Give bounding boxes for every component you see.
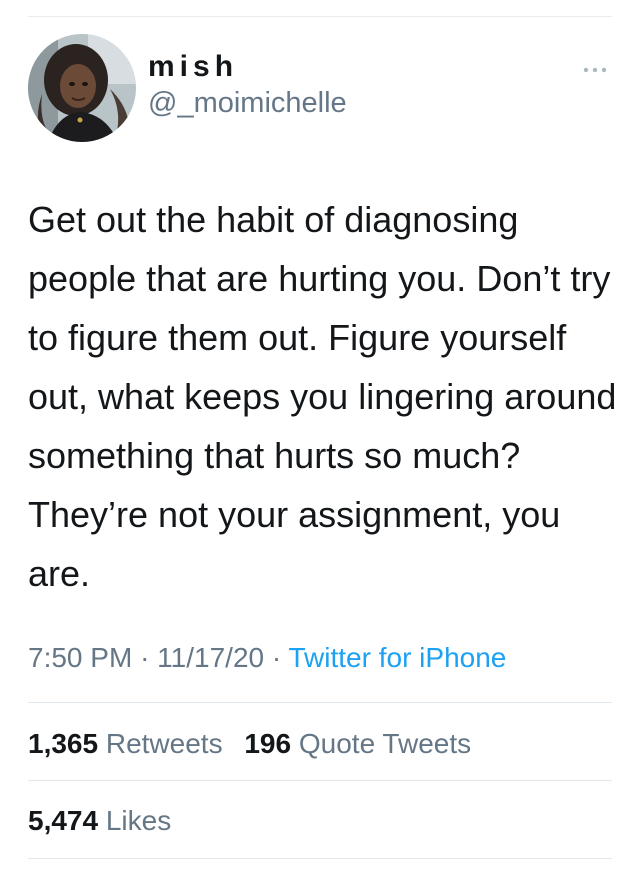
quote-tweets-count: 196: [244, 728, 292, 759]
stats-row-likes: 5,474 Likes: [28, 803, 185, 839]
retweets-count: 1,365: [28, 728, 99, 759]
retweets-stat[interactable]: 1,365 Retweets: [28, 728, 223, 759]
more-horizontal-icon[interactable]: [582, 62, 608, 73]
meta-separator: ·: [140, 642, 150, 673]
tweet-text: Get out the habit of diagnosing people t…: [28, 199, 617, 594]
tweet-time[interactable]: 7:50 PM: [28, 642, 132, 673]
likes-label: Likes: [105, 805, 172, 836]
tweet-source-link[interactable]: Twitter for iPhone: [288, 642, 506, 673]
quote-tweets-label: Quote Tweets: [298, 728, 472, 759]
stats-row-shares: 1,365 Retweets 196 Quote Tweets: [28, 726, 485, 762]
display-name[interactable]: mish: [148, 50, 347, 84]
user-names: mish @_moimichelle: [148, 50, 347, 120]
likes-count: 5,474: [28, 805, 99, 836]
avatar[interactable]: [28, 34, 136, 142]
tweet-header: mish @_moimichelle: [28, 34, 612, 144]
meta-separator: ·: [271, 642, 282, 673]
quote-tweets-stat[interactable]: 196 Quote Tweets: [244, 728, 471, 759]
tweet-date[interactable]: 11/17/20: [157, 642, 264, 673]
divider: [28, 702, 612, 703]
retweets-label: Retweets: [105, 728, 223, 759]
user-handle[interactable]: @_moimichelle: [148, 86, 347, 120]
likes-stat[interactable]: 5,474 Likes: [28, 805, 171, 836]
divider: [28, 858, 612, 859]
divider: [28, 780, 612, 781]
top-divider: [28, 16, 612, 17]
tweet-meta: 7:50 PM · 11/17/20 · Twitter for iPhone: [28, 640, 506, 676]
